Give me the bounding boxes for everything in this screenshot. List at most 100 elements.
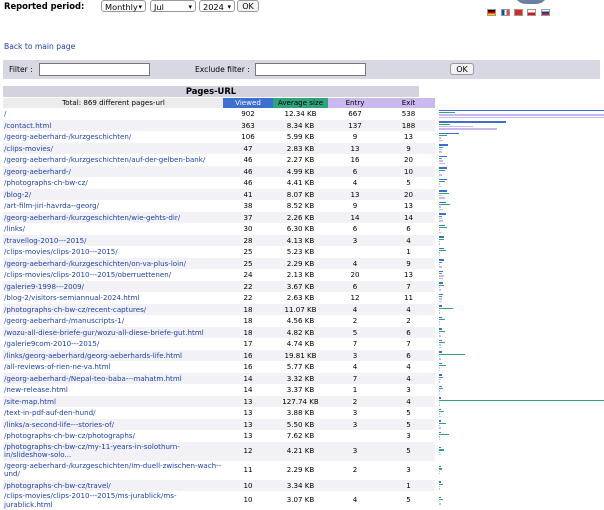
exclude-filter-input[interactable]	[255, 63, 366, 76]
exit-value: 5	[406, 408, 411, 417]
page-url-link[interactable]: /blog-2/	[3, 188, 223, 200]
page-url-link[interactable]: /contact.html	[3, 119, 223, 131]
page-url-link[interactable]: /photographs-ch-bw-cz/my-11-years-in-sol…	[3, 441, 223, 461]
viewed-bar	[439, 132, 459, 135]
page-url-link[interactable]: /site-map.html	[3, 395, 223, 407]
page-url-link[interactable]: /georg-aeberhard-/kurzgeschichten/auf-de…	[3, 154, 223, 166]
exit-bar	[439, 312, 440, 314]
page-url-link[interactable]: /links/	[3, 223, 223, 235]
page-url-link[interactable]: /wozu-all-diese-briefe-gur/wozu-all-dies…	[3, 326, 223, 338]
ru-flag-icon[interactable]	[541, 9, 550, 16]
exit-bar	[439, 254, 440, 257]
page-url-link[interactable]: /	[3, 108, 223, 120]
exit-value: 4	[382, 303, 435, 315]
size-bar	[439, 112, 455, 114]
page-url-link[interactable]: /photographs-ch-bw-cz/	[3, 177, 223, 189]
page-url-link[interactable]: /georg-aeberhard-/kurzgeschichten/im-due…	[3, 461, 223, 480]
pages-url-table: Total: 869 different pages-url Viewed Av…	[3, 98, 604, 510]
viewed-bar	[439, 420, 441, 422]
page-url-link[interactable]: /links/georg-aeberhard/georg-aeberhards-…	[3, 349, 223, 361]
table-row: /georg-aeberhard-/46 4.99 KB 6 10	[3, 165, 604, 177]
entry-value: 2	[352, 316, 358, 325]
page-url-link[interactable]: /clips-movies/clips-2010---2015/	[3, 246, 223, 258]
period-type-select[interactable]: Monthly ▾	[101, 0, 146, 12]
size-bar	[439, 227, 447, 229]
exit-value: 1	[406, 247, 411, 256]
entry-value	[328, 246, 382, 258]
exit-bar	[439, 323, 440, 326]
exit-value: 6	[382, 326, 435, 338]
page-url-link[interactable]: /clips-movies/clips-2010---2015/ms-jurab…	[3, 491, 223, 510]
exit-value: 5	[406, 495, 411, 505]
page-url-link[interactable]: /galerie9com-2010---2015/	[3, 338, 223, 350]
viewed-bar	[439, 270, 443, 273]
exit-bar	[439, 174, 442, 176]
entry-value: 667	[348, 109, 362, 118]
page-url-link[interactable]: /blog-2/visitors-semiannual-2024.html	[3, 292, 223, 304]
page-url-link[interactable]: /text-in-pdf-auf-den-hund/	[3, 407, 223, 419]
cz-flag-icon[interactable]	[527, 9, 536, 16]
page-url-link[interactable]: /georg-aeberhard-/	[3, 165, 223, 177]
exit-value: 13	[403, 132, 414, 141]
period-ok-button[interactable]: OK	[237, 0, 259, 12]
viewed-value: 12	[223, 441, 273, 461]
size-bar	[439, 319, 445, 321]
exit-value: 13	[403, 270, 414, 279]
year-value: 2024	[203, 2, 224, 12]
page-url-link[interactable]: /georg-aeberhard-/kurzgeschichten/on-va-…	[3, 257, 223, 269]
de-flag-icon[interactable]	[487, 9, 496, 16]
entry-bar	[439, 137, 441, 139]
size-bar	[439, 273, 442, 275]
exit-bar	[439, 358, 441, 360]
bar-cell	[435, 177, 604, 189]
entry-bar	[439, 470, 440, 472]
back-to-main-link[interactable]: Back to main page	[4, 42, 75, 51]
page-url-link[interactable]: /galerie9-1998---2009/	[3, 280, 223, 292]
page-url-link[interactable]: /clips-movies/clips-2010---2015/oberruet…	[3, 269, 223, 281]
bar-cell	[435, 395, 604, 407]
entry-bar	[439, 229, 440, 231]
viewed-value: 25	[243, 247, 253, 256]
page-url-link[interactable]: /georg-aeberhard-/kurzgeschichten/wie-ge…	[3, 211, 223, 223]
exit-value: 5	[382, 418, 435, 430]
size-bar	[439, 411, 444, 413]
exit-bar	[439, 139, 443, 142]
size-bar	[439, 399, 604, 401]
bar-cell	[435, 223, 604, 235]
entry-value: 137	[328, 119, 382, 131]
page-url-link[interactable]: /photographs-ch-bw-cz/photographs/	[3, 430, 223, 442]
fr-flag-icon[interactable]	[501, 9, 510, 16]
page-url-link[interactable]: /all-reviews-of-rien-ne-va.html	[3, 361, 223, 373]
filter-input[interactable]	[39, 63, 150, 76]
filter-ok-button[interactable]: OK	[450, 63, 474, 75]
page-url-link[interactable]: /new-release.html	[3, 384, 223, 396]
size-bar	[439, 498, 443, 501]
viewed-bar	[439, 293, 443, 296]
entry-bar	[439, 424, 440, 427]
year-select[interactable]: 2024 ▾	[199, 0, 235, 12]
entry-value: 5	[328, 326, 382, 338]
page-url-link[interactable]: /georg-aeberhard-/manuscripts-1/	[3, 315, 223, 327]
page-url-link[interactable]: /georg-aeberhard-/kurzgeschichten/	[3, 131, 223, 143]
size-bar	[439, 192, 449, 194]
size-bar	[439, 181, 445, 183]
viewed-bar	[439, 447, 441, 449]
exit-value: 11	[403, 293, 414, 302]
bar-cell	[435, 479, 604, 491]
page-url-link[interactable]: /clips-movies/	[3, 142, 223, 154]
viewed-value: 46	[223, 165, 273, 177]
month-select[interactable]: Jul ▾	[150, 0, 196, 12]
entry-bar	[439, 501, 440, 503]
bar-cell	[435, 142, 604, 154]
ch-flag-icon[interactable]	[514, 9, 523, 16]
page-url-link[interactable]: /photographs-ch-bw-cz/travel/	[3, 479, 223, 491]
table-row: /new-release.html 14 3.37 KB 1 3	[3, 384, 604, 396]
page-url-link[interactable]: /art-film-jiri-havrda--georg/	[3, 200, 223, 212]
page-url-link[interactable]: /travellog-2010---2015/	[3, 234, 223, 246]
table-row: /photographs-ch-bw-cz/travel/10 3.34 KB 1	[3, 479, 604, 491]
page-url-link[interactable]: /links/a-second-life---stories-of/	[3, 418, 223, 430]
page-url-link[interactable]: /photographs-ch-bw-cz/recent-captures/	[3, 303, 223, 315]
entry-value: 13	[328, 188, 382, 200]
average-size-value: 2.83 KB	[273, 142, 328, 154]
page-url-link[interactable]: /georg-aeberhard-/Nepal-teo-baba---mahat…	[3, 372, 223, 384]
